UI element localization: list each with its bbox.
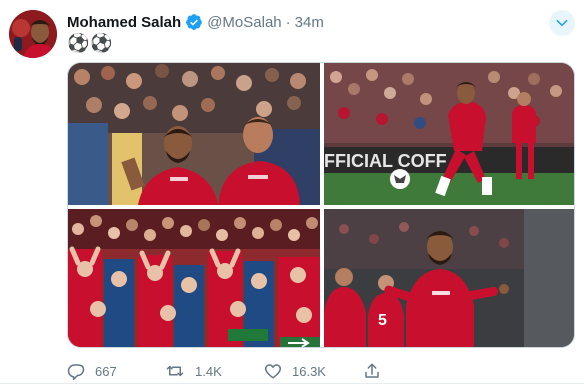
share-button[interactable] — [363, 362, 391, 380]
heart-icon — [264, 364, 282, 379]
tweet-text: ⚽⚽ — [67, 33, 114, 53]
timestamp[interactable]: 34m — [295, 14, 324, 31]
stadium-sign: FFICIAL COFF — [324, 151, 447, 171]
photo-3[interactable] — [68, 209, 320, 347]
retweet-button[interactable]: 1.4K — [165, 362, 222, 380]
retweet-count: 1.4K — [195, 363, 222, 379]
reply-icon — [67, 364, 85, 380]
retweet-icon — [166, 365, 184, 377]
tweet-actions: 667 1.4K 16.3K — [67, 362, 487, 384]
verified-badge-icon — [186, 14, 203, 30]
separator-dot: · — [285, 13, 291, 31]
avatar[interactable] — [9, 10, 57, 58]
share-icon — [365, 363, 379, 378]
media-grid: FFICIAL COFF 5 — [67, 62, 575, 348]
author-handle[interactable]: @MoSalah — [207, 14, 281, 31]
chevron-down-icon — [556, 19, 568, 27]
like-button[interactable]: 16.3K — [264, 362, 326, 380]
reply-button[interactable]: 667 — [67, 362, 117, 380]
photo-2[interactable]: FFICIAL COFF — [324, 63, 574, 205]
tweet[interactable]: Mohamed Salah @MoSalah · 34m ⚽⚽ FFICIAL … — [0, 0, 584, 384]
photo-1[interactable] — [68, 63, 320, 205]
svg-text:5: 5 — [378, 312, 387, 329]
photo-4[interactable]: 5 — [324, 209, 574, 347]
tweet-header: Mohamed Salah @MoSalah · 34m — [67, 12, 324, 32]
like-count: 16.3K — [292, 363, 326, 379]
author-name[interactable]: Mohamed Salah — [67, 14, 181, 31]
reply-count: 667 — [95, 363, 117, 379]
more-options-button[interactable] — [549, 10, 575, 36]
